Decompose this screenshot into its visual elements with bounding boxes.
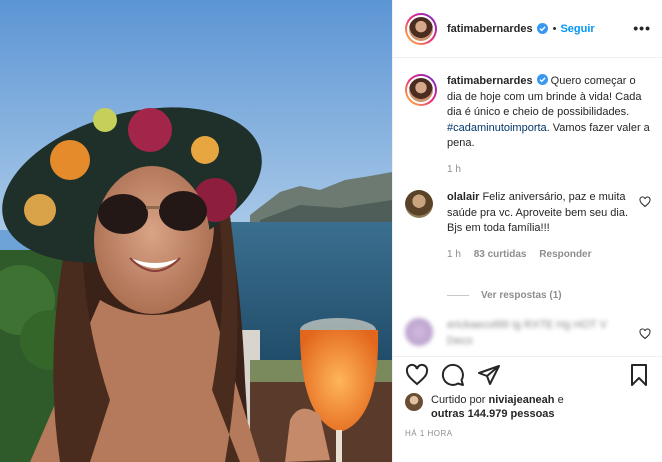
comment-text: olalair Feliz aniversário, paz e muita s… [447,190,651,237]
replies-divider [447,295,469,296]
post-timestamp[interactable]: HÁ 1 HORA [405,429,453,438]
comment-meta: 1 h 83 curtidas Responder [447,249,651,260]
selfie-photo [0,0,392,462]
comment-item: olalair Feliz aniversário, paz e muita s… [405,190,651,260]
view-replies-label: Ver respostas (1) [481,290,562,301]
comments-section[interactable]: fatimabernardes Quero começar o dia de h… [393,58,662,356]
author-avatar[interactable] [405,12,437,45]
bookmark-icon[interactable] [627,363,651,387]
caption-avatar[interactable] [405,74,437,106]
likes-count[interactable]: outras 144.979 pessoas [431,408,555,420]
liker-avatar[interactable] [405,393,423,411]
author-username[interactable]: fatimabernardes [447,23,533,35]
post-actions: Curtido por niviajeaneah e outras 144.97… [393,356,662,462]
comment-heart-icon[interactable] [639,328,651,340]
post-side-panel: fatimabernardes • Seguir ••• fatimaberna… [392,0,662,462]
commenter-avatar[interactable] [405,190,433,218]
verified-icon [536,74,548,85]
liked-by-mid: e [554,394,564,406]
post-header: fatimabernardes • Seguir ••• [393,0,662,58]
share-icon[interactable] [477,363,501,387]
liked-by-prefix: Curtido por [431,394,489,406]
caption-text: fatimabernardes Quero começar o dia de h… [447,74,651,152]
commenter-avatar[interactable] [405,318,433,346]
comment-item: erickaecol99 Ig RXTE Hg HOT V Deco [405,318,651,349]
action-icons [405,363,501,387]
likes-summary: Curtido por niviajeaneah e outras 144.97… [405,393,564,421]
caption-username[interactable]: fatimabernardes [447,75,533,87]
reply-button[interactable]: Responder [539,249,591,260]
more-options-icon[interactable]: ••• [633,20,651,36]
comment-icon[interactable] [441,363,465,387]
commenter-username[interactable]: olalair [447,191,479,203]
post-photo[interactable] [0,0,392,462]
caption-time: 1 h [447,163,461,175]
comment-likes[interactable]: 83 curtidas [474,249,527,260]
post-caption: fatimabernardes Quero começar o dia de h… [405,74,651,175]
liker-username[interactable]: niviajeaneah [488,394,554,406]
likes-text: Curtido por niviajeaneah e outras 144.97… [431,393,564,421]
comment-heart-icon[interactable] [639,196,651,208]
view-replies-button[interactable]: Ver respostas (1) [447,290,562,301]
comment-text: erickaecol99 Ig RXTE Hg HOT V Deco [447,319,607,347]
follow-button[interactable]: Seguir [560,23,594,35]
comment-time: 1 h [447,248,461,260]
verified-icon [536,23,548,34]
heart-icon[interactable] [405,363,429,387]
header-separator: • [552,22,557,35]
hashtag-link[interactable]: #cadaminutoimporta [447,122,547,134]
